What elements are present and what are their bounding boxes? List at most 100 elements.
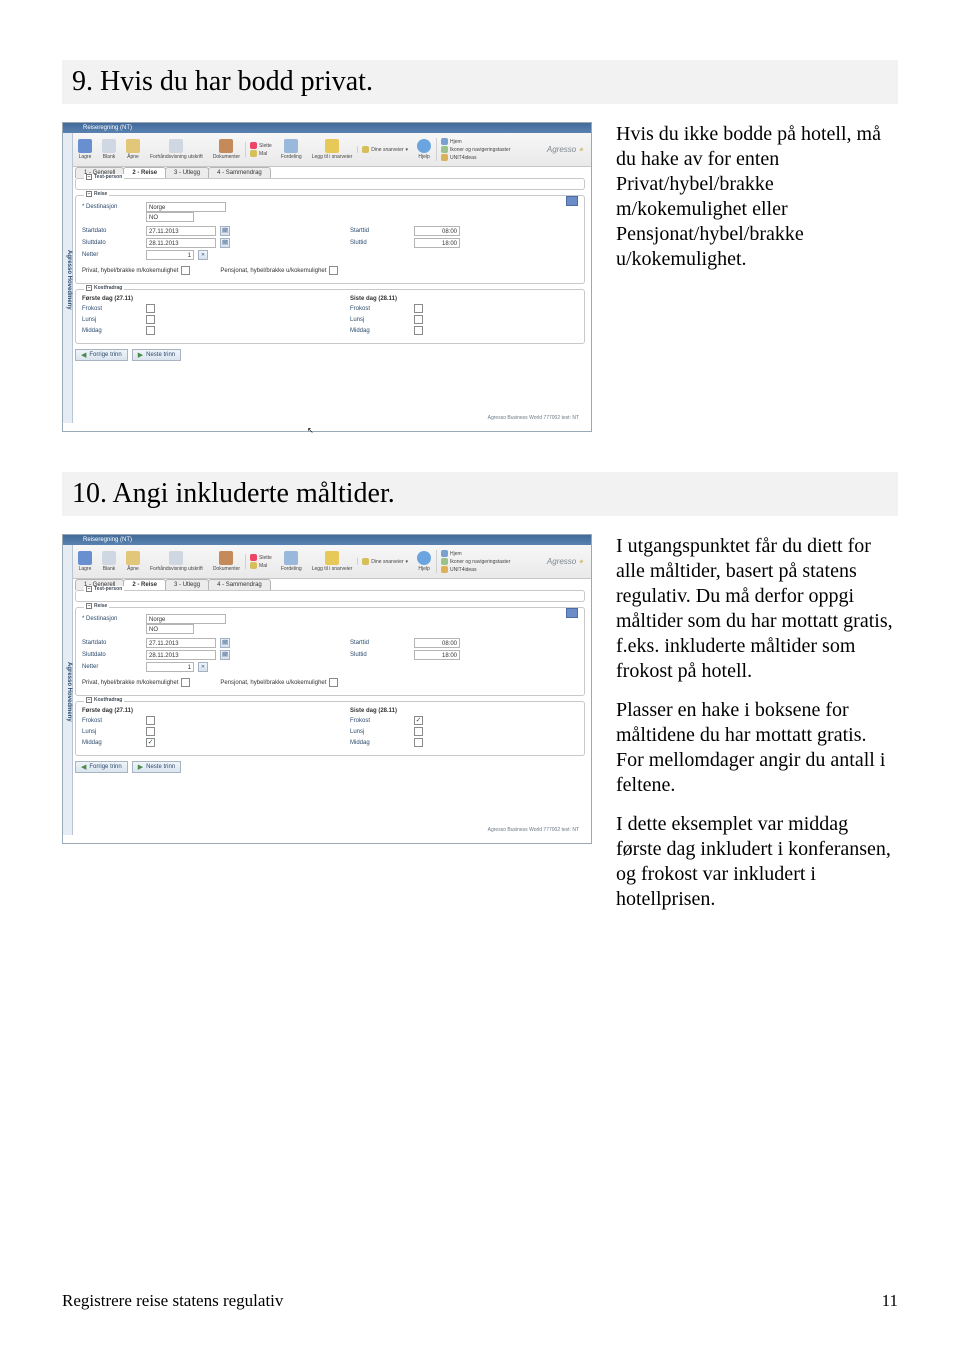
section-heading-9: 9. Hvis du har bodd privat. bbox=[62, 60, 898, 104]
input-netter[interactable]: 1 bbox=[146, 250, 194, 260]
input-country-name[interactable]: Norge bbox=[146, 202, 226, 212]
calendar-icon[interactable]: 🗓 bbox=[220, 226, 230, 236]
nav-block-icon[interactable] bbox=[566, 196, 578, 206]
save-button[interactable]: Lagre bbox=[73, 138, 97, 161]
label-netter: Netter bbox=[82, 252, 142, 258]
checkbox-pensjonat[interactable] bbox=[329, 266, 338, 275]
label-lunsj: Lunsj bbox=[82, 729, 142, 735]
cursor-icon: ↖ bbox=[307, 426, 314, 435]
collapse-icon[interactable]: – bbox=[86, 586, 92, 592]
tab-utlegg[interactable]: 3 - Utlegg bbox=[165, 167, 209, 178]
help-button[interactable]: Hjelp bbox=[412, 138, 436, 161]
label-frokost: Frokost bbox=[350, 718, 410, 724]
checkbox-frokost-1[interactable] bbox=[146, 304, 155, 313]
checkbox-lunsj-1[interactable] bbox=[146, 315, 155, 324]
chevron-left-icon: ◀ bbox=[81, 763, 86, 771]
input-netter[interactable]: 1 bbox=[146, 662, 194, 672]
collapse-icon[interactable]: – bbox=[86, 285, 92, 291]
fordeling-button[interactable]: Fordeling bbox=[276, 550, 307, 573]
label-siste-dag: Siste dag (28.11) bbox=[350, 296, 397, 302]
input-startdato[interactable]: 27.11.2013 bbox=[146, 638, 216, 648]
preview-icon bbox=[169, 139, 183, 153]
input-sluttid[interactable]: 18:00 bbox=[414, 650, 460, 660]
checkbox-middag-2[interactable] bbox=[414, 326, 423, 335]
checkbox-lunsj-1[interactable] bbox=[146, 727, 155, 736]
open-icon bbox=[126, 551, 140, 565]
checkbox-middag-2[interactable] bbox=[414, 738, 423, 747]
tab-sammendrag[interactable]: 4 - Sammendrag bbox=[208, 579, 271, 590]
add-shortcut-button[interactable]: Legg til i snarveier bbox=[307, 550, 358, 573]
window-title: Reiseregning (NT) bbox=[63, 123, 591, 133]
prev-step-button[interactable]: ◀Forrige trinn bbox=[75, 349, 128, 361]
checkbox-frokost-2[interactable] bbox=[414, 304, 423, 313]
row-section-9: Reiseregning (NT) Agresso Hovedmeny Lagr… bbox=[62, 122, 898, 432]
checkbox-middag-1[interactable] bbox=[146, 326, 155, 335]
checkbox-lunsj-2[interactable] bbox=[414, 315, 423, 324]
next-step-button[interactable]: ▶Neste trinn bbox=[132, 349, 181, 361]
checkbox-lunsj-2[interactable] bbox=[414, 727, 423, 736]
checkbox-frokost-1[interactable] bbox=[146, 716, 155, 725]
input-sluttdato[interactable]: 28.11.2013 bbox=[146, 238, 216, 248]
input-country-code[interactable]: NO bbox=[146, 624, 194, 634]
clear-icon[interactable]: ✕ bbox=[198, 662, 208, 672]
preview-button[interactable]: Forhåndsvisning utskrift bbox=[145, 138, 208, 161]
calendar-icon[interactable]: 🗓 bbox=[220, 238, 230, 248]
nav-block-icon[interactable] bbox=[566, 608, 578, 618]
shortcuts-group: Dine snarveier ▾ bbox=[357, 558, 412, 565]
checkbox-privat[interactable] bbox=[181, 266, 190, 275]
input-starttid[interactable]: 08:00 bbox=[414, 638, 460, 648]
collapse-icon[interactable]: – bbox=[86, 191, 92, 197]
input-starttid[interactable]: 08:00 bbox=[414, 226, 460, 236]
shortcuts-icon bbox=[362, 558, 369, 565]
chevron-right-icon: ▶ bbox=[138, 351, 143, 359]
input-country-name[interactable]: Norge bbox=[146, 614, 226, 624]
delete-template-group: Slette Mal bbox=[245, 142, 276, 157]
save-icon bbox=[78, 551, 92, 565]
window-title: Reiseregning (NT) bbox=[63, 535, 591, 545]
preview-button[interactable]: Forhåndsvisning utskrift bbox=[145, 550, 208, 573]
save-button[interactable]: Lagre bbox=[73, 550, 97, 573]
tab-utlegg[interactable]: 3 - Utlegg bbox=[165, 579, 209, 590]
group-kostfradrag: –Kostfradrag Første dag (27.11) Frokost … bbox=[75, 289, 585, 344]
checkbox-middag-1[interactable] bbox=[146, 738, 155, 747]
collapse-icon[interactable]: – bbox=[86, 174, 92, 180]
checkbox-pensjonat[interactable] bbox=[329, 678, 338, 687]
documents-button[interactable]: Dokumenter bbox=[208, 138, 245, 161]
tab-reise[interactable]: 2 - Reise bbox=[123, 579, 166, 590]
calendar-icon[interactable]: 🗓 bbox=[220, 638, 230, 648]
erase-button[interactable]: Blank bbox=[97, 550, 121, 573]
documents-button[interactable]: Dokumenter bbox=[208, 550, 245, 573]
screenshot-1: Reiseregning (NT) Agresso Hovedmeny Lagr… bbox=[62, 122, 592, 432]
clear-icon[interactable]: ✕ bbox=[198, 250, 208, 260]
add-shortcut-button[interactable]: Legg til i snarveier bbox=[307, 138, 358, 161]
sidebar-main-menu[interactable]: Agresso Hovedmeny bbox=[63, 545, 73, 835]
fordeling-button[interactable]: Fordeling bbox=[276, 138, 307, 161]
help-links-group: Hjem Ikoner og navigeringstaster UNIT4id… bbox=[436, 138, 514, 161]
sidebar-main-menu[interactable]: Agresso Hovedmeny bbox=[63, 133, 73, 423]
input-country-code[interactable]: NO bbox=[146, 212, 194, 222]
label-sluttdato: Sluttdato bbox=[82, 652, 142, 658]
tab-reise[interactable]: 2 - Reise bbox=[123, 167, 166, 178]
toolbar: Lagre Blank Åpne Forhåndsvisning utskrif… bbox=[73, 133, 591, 167]
calendar-icon[interactable]: 🗓 bbox=[220, 650, 230, 660]
info-icon bbox=[417, 551, 431, 565]
prev-step-button[interactable]: ◀Forrige trinn bbox=[75, 761, 128, 773]
group-testperson: –Test-person bbox=[75, 178, 585, 190]
label-siste-dag: Siste dag (28.11) bbox=[350, 708, 397, 714]
checkbox-privat[interactable] bbox=[181, 678, 190, 687]
checkbox-frokost-2[interactable] bbox=[414, 716, 423, 725]
collapse-icon[interactable]: – bbox=[86, 603, 92, 609]
collapse-icon[interactable]: – bbox=[86, 697, 92, 703]
open-button[interactable]: Åpne bbox=[121, 550, 145, 573]
input-startdato[interactable]: 27.11.2013 bbox=[146, 226, 216, 236]
form-panel: –Test-person –Reise Destinasjon Norge NO… bbox=[75, 590, 585, 835]
help-button[interactable]: Hjelp bbox=[412, 550, 436, 573]
open-button[interactable]: Åpne bbox=[121, 138, 145, 161]
input-sluttdato[interactable]: 28.11.2013 bbox=[146, 650, 216, 660]
statusbar-text: Agresso Business World 777002 test: NT bbox=[488, 415, 579, 421]
next-step-button[interactable]: ▶Neste trinn bbox=[132, 761, 181, 773]
preview-icon bbox=[169, 551, 183, 565]
erase-button[interactable]: Blank bbox=[97, 138, 121, 161]
tab-sammendrag[interactable]: 4 - Sammendrag bbox=[208, 167, 271, 178]
input-sluttid[interactable]: 18:00 bbox=[414, 238, 460, 248]
